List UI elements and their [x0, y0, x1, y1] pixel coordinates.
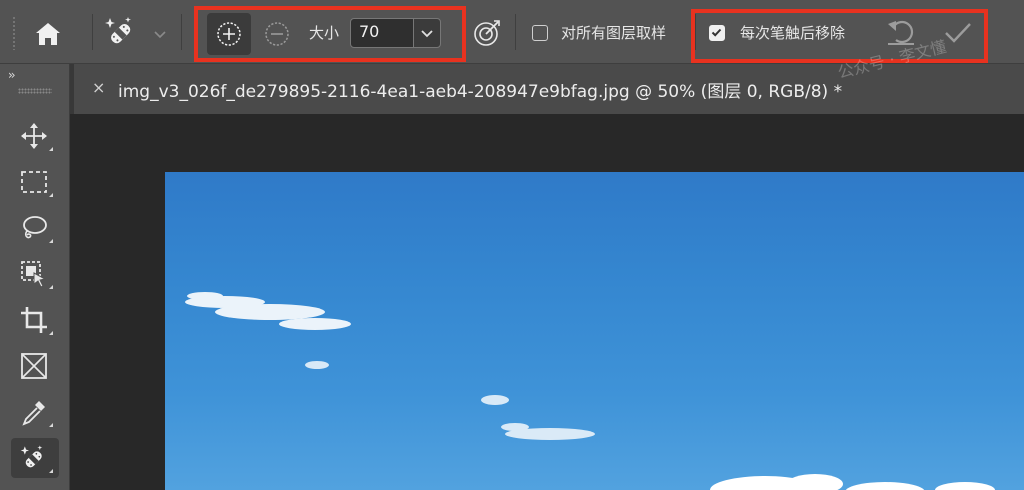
eyedropper-icon	[22, 401, 45, 426]
crop-icon	[21, 307, 47, 333]
target-icon[interactable]	[472, 18, 502, 48]
document-image[interactable]	[165, 172, 1024, 490]
spot-healing-tool[interactable]	[11, 438, 59, 478]
object-select-icon	[21, 261, 47, 288]
lasso-icon	[23, 216, 47, 239]
home-button[interactable]	[30, 18, 66, 50]
sample-all-layers-checkbox[interactable]	[532, 25, 548, 41]
canvas-area[interactable]	[70, 114, 1024, 490]
collapse-toggle[interactable]: ››	[8, 68, 15, 82]
lasso-tool[interactable]	[11, 208, 59, 248]
options-bar-grip[interactable]	[12, 16, 16, 50]
marquee-tool[interactable]	[11, 162, 59, 202]
move-tool[interactable]	[11, 116, 59, 156]
tools-panel-grip[interactable]	[18, 88, 52, 94]
chevron-down-icon[interactable]	[153, 28, 167, 42]
divider	[181, 14, 182, 50]
close-tab-icon[interactable]: ×	[92, 78, 105, 97]
spot-healing-brush-icon	[105, 17, 131, 44]
divider	[92, 14, 93, 50]
divider	[515, 14, 516, 50]
sample-all-layers-label: 对所有图层取样	[561, 24, 667, 42]
highlight-box-size	[194, 6, 466, 62]
sky-clouds-image	[185, 292, 995, 490]
eyedropper-tool[interactable]	[11, 392, 59, 432]
tool-preset-picker[interactable]	[104, 14, 138, 50]
spot-healing-brush-icon	[20, 445, 43, 468]
document-title: img_v3_026f_de279895-2116-4ea1-aeb4-2089…	[118, 82, 843, 102]
object-select-tool[interactable]	[11, 254, 59, 294]
tools-panel: ››	[0, 64, 70, 490]
frame-tool[interactable]	[11, 346, 59, 386]
rect-marquee-icon	[21, 171, 47, 193]
frame-icon	[21, 353, 47, 379]
move-icon	[21, 123, 47, 149]
home-icon	[36, 23, 60, 45]
crop-tool[interactable]	[11, 300, 59, 340]
